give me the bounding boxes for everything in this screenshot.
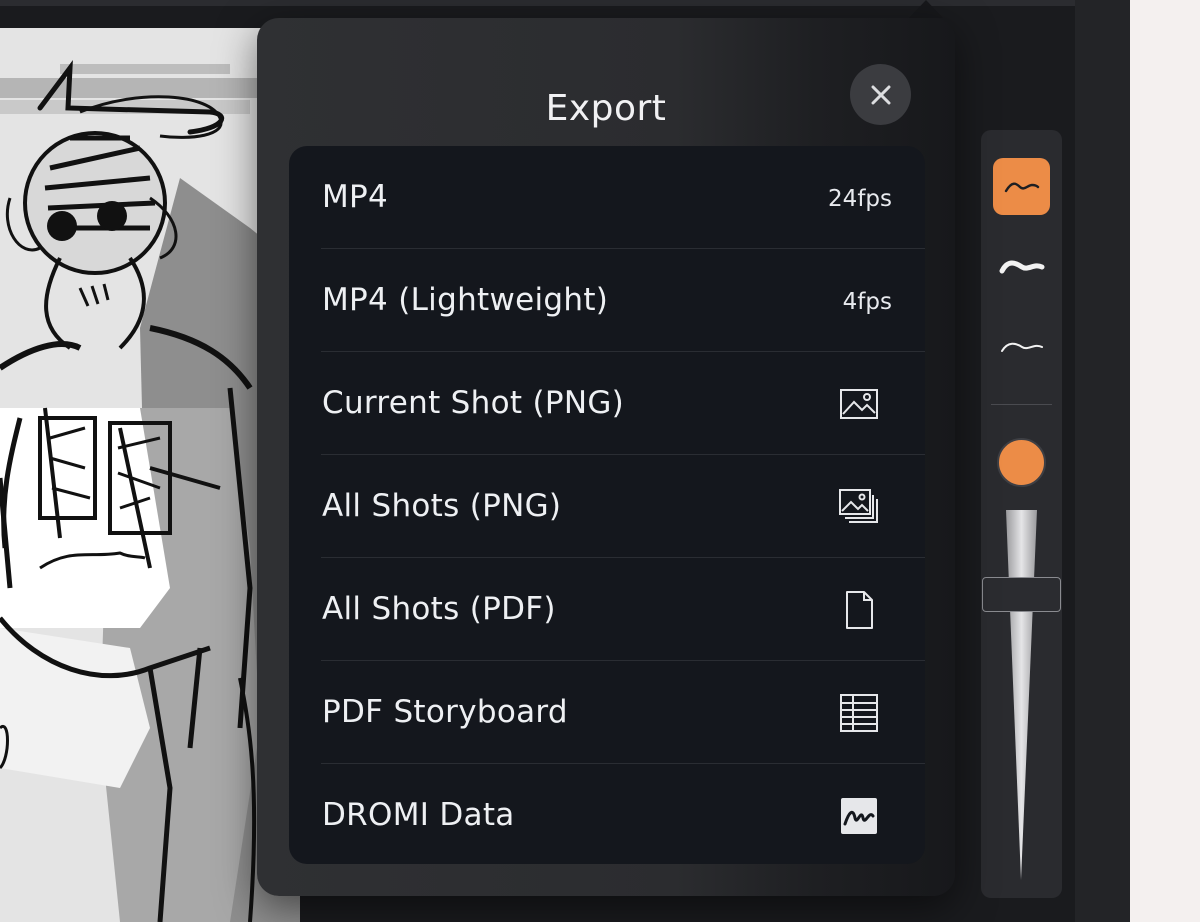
export-option-label: Current Shot (PNG): [322, 385, 625, 421]
close-button[interactable]: [850, 64, 911, 125]
palette-divider: [991, 404, 1052, 405]
export-option-label: All Shots (PNG): [322, 488, 562, 524]
export-option-dromi-data[interactable]: DROMI Data: [289, 764, 925, 864]
brush-sketch-button[interactable]: [993, 158, 1050, 215]
export-option-current-shot-png[interactable]: Current Shot (PNG): [289, 352, 925, 455]
close-icon: [871, 85, 890, 104]
export-option-pdf-storyboard[interactable]: PDF Storyboard: [289, 661, 925, 764]
grid-table-icon: [840, 694, 878, 732]
thin-brush-icon: [1000, 342, 1043, 352]
export-option-label: PDF Storyboard: [322, 694, 568, 730]
top-bar: [0, 0, 1075, 6]
sketch-brush-icon: [1004, 182, 1039, 192]
export-options-list: MP4 24fps MP4 (Lightweight) 4fps Current…: [289, 146, 925, 864]
export-option-label: DROMI Data: [322, 797, 515, 833]
export-option-all-shots-png[interactable]: All Shots (PNG): [289, 455, 925, 558]
export-option-mp4-lightweight[interactable]: MP4 (Lightweight) 4fps: [289, 249, 925, 352]
export-option-label: All Shots (PDF): [322, 591, 556, 627]
drawing-canvas[interactable]: [0, 28, 300, 922]
right-edge-rail: [1075, 0, 1130, 922]
export-option-label: MP4: [322, 179, 389, 215]
tool-palette: [981, 130, 1062, 898]
dromi-data-icon: [841, 798, 877, 834]
brush-thick-button[interactable]: [993, 238, 1050, 295]
export-option-all-shots-pdf[interactable]: All Shots (PDF): [289, 558, 925, 661]
export-option-mp4[interactable]: MP4 24fps: [289, 146, 925, 249]
brush-size-slider[interactable]: [981, 510, 1062, 880]
brush-thin-button[interactable]: [993, 318, 1050, 375]
export-panel: Export MP4 24fps MP4 (Lightweight) 4fps …: [257, 18, 955, 896]
framerate-badge: 24fps: [828, 186, 892, 212]
app-window: Export MP4 24fps MP4 (Lightweight) 4fps …: [0, 0, 1130, 922]
document-icon: [846, 591, 873, 629]
sketch-artwork: [0, 28, 300, 922]
framerate-badge: 4fps: [842, 289, 892, 315]
image-icon: [840, 389, 878, 419]
export-option-label: MP4 (Lightweight): [322, 282, 609, 318]
thick-brush-icon: [999, 260, 1044, 273]
images-stack-icon: [839, 489, 878, 523]
brush-size-slider-handle[interactable]: [982, 577, 1061, 612]
color-swatch[interactable]: [997, 438, 1046, 487]
